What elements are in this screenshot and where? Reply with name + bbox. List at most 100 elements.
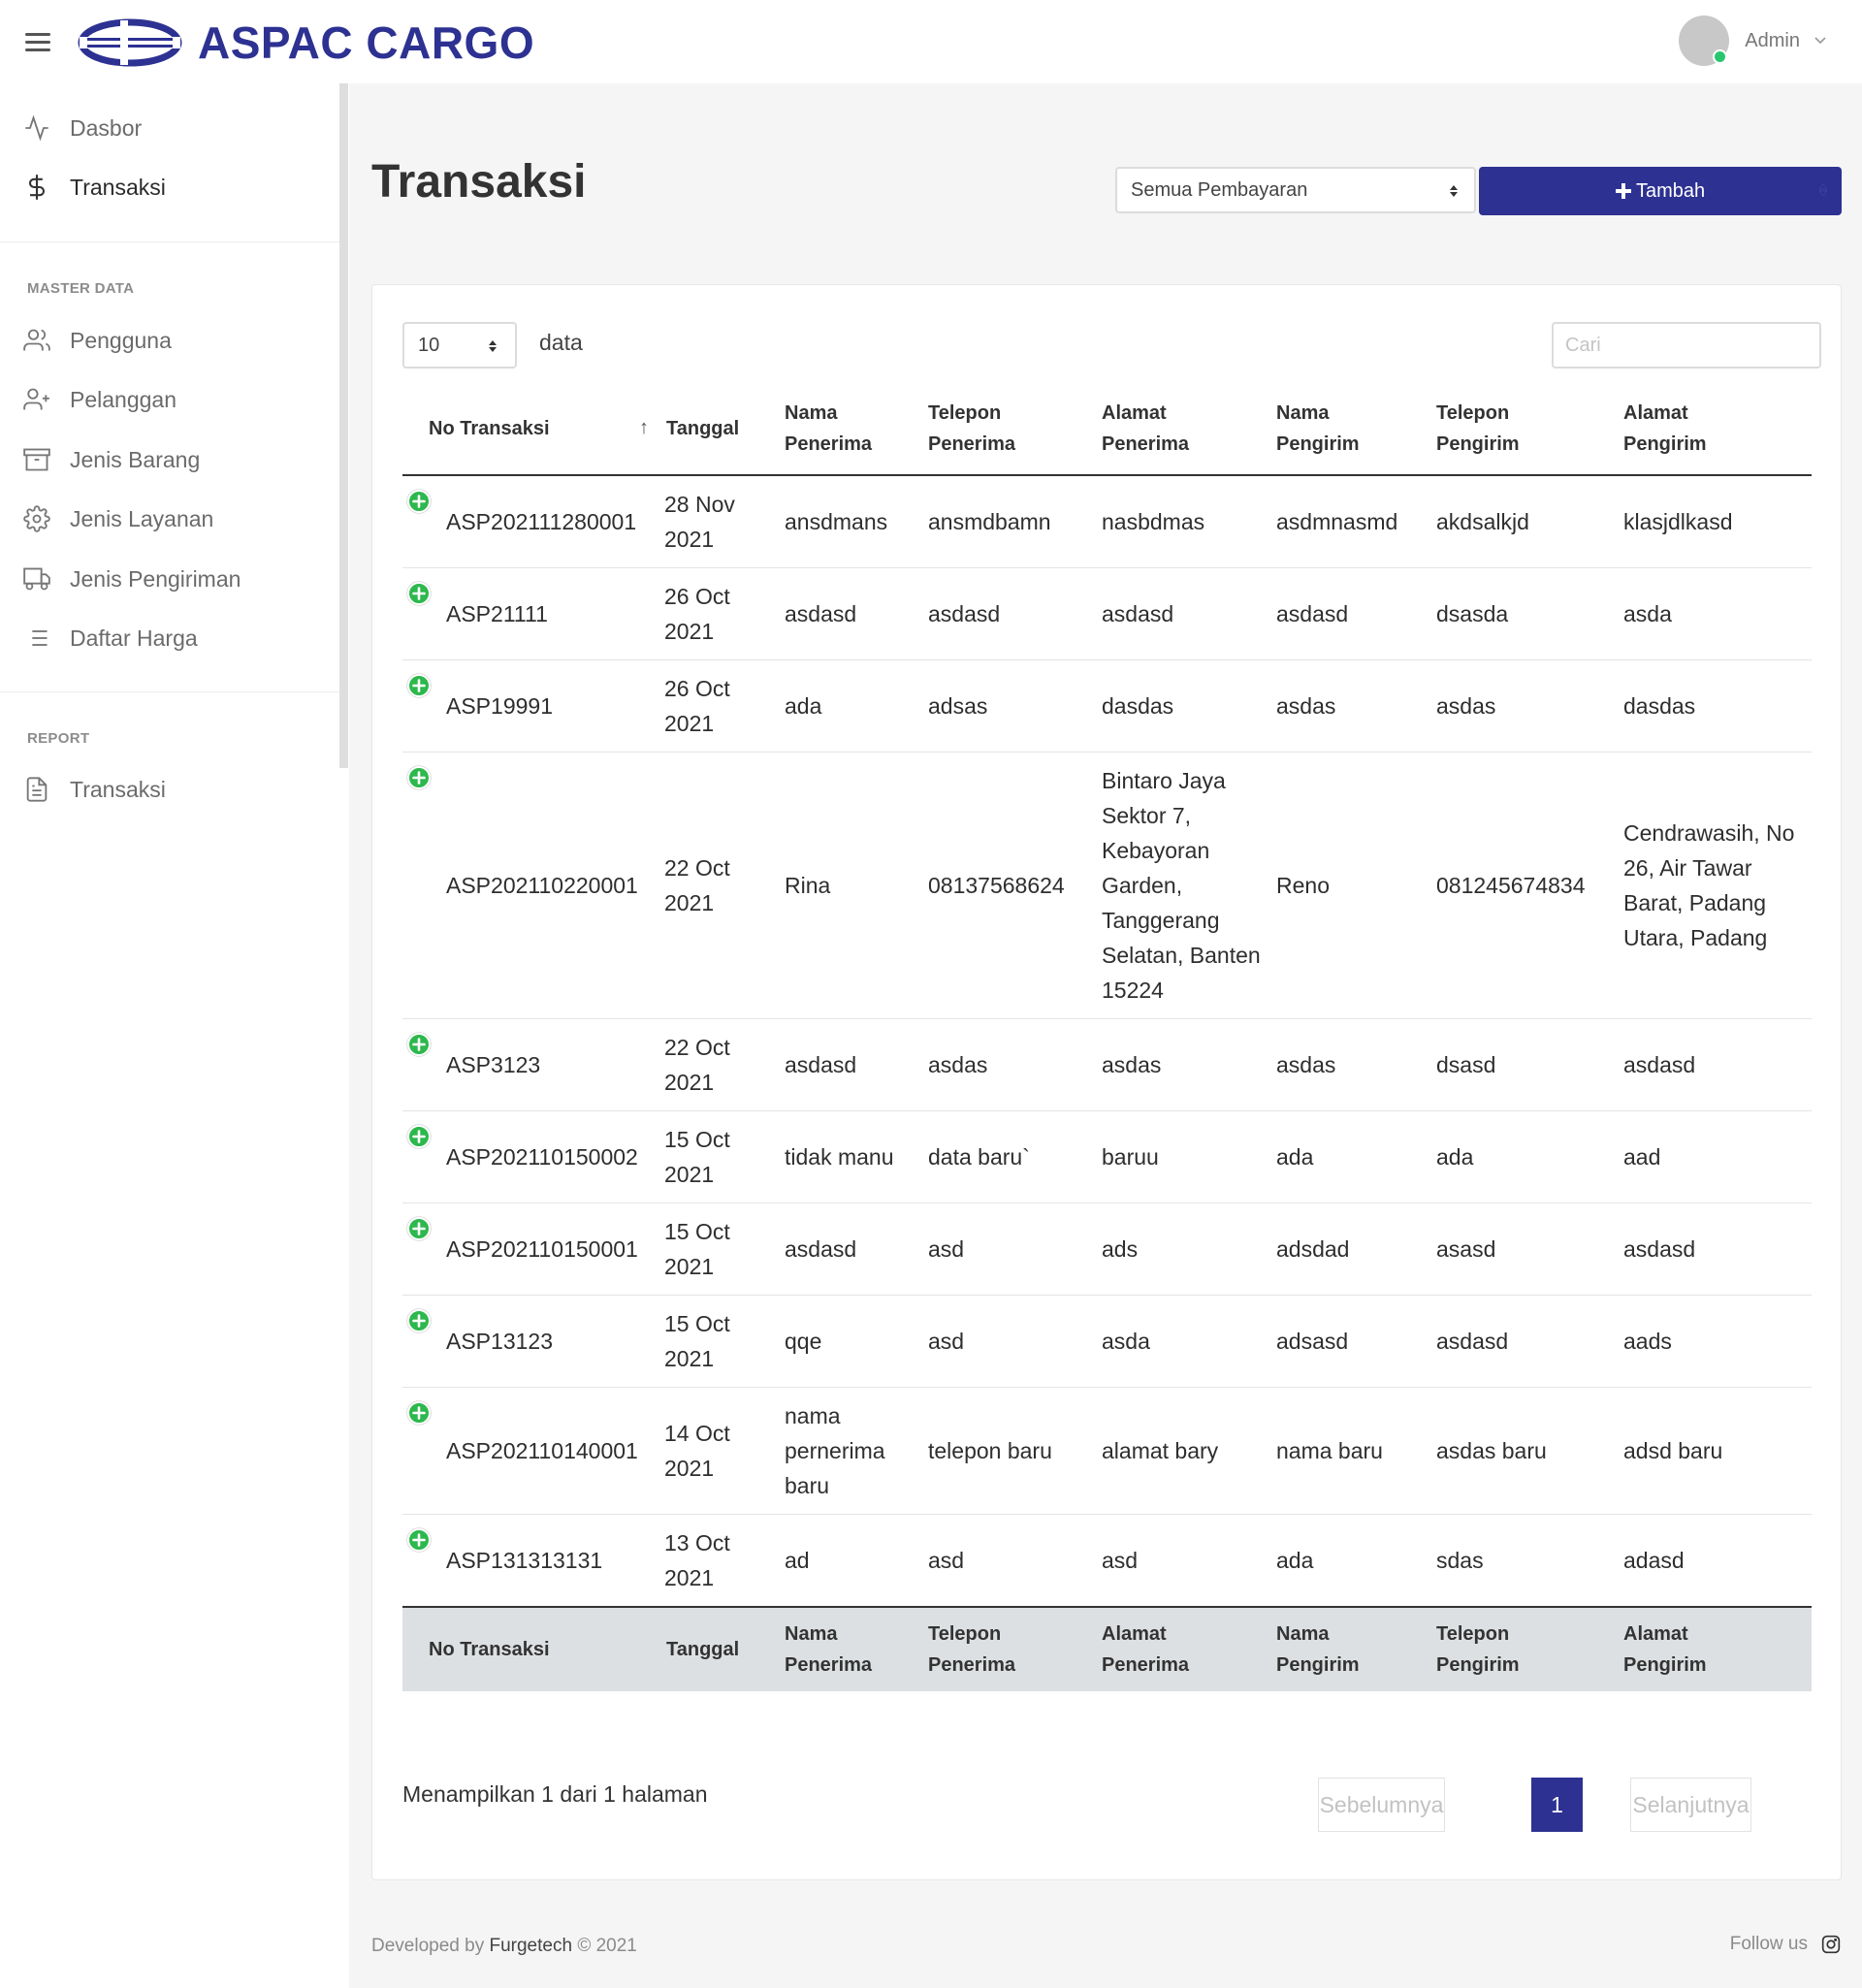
table-row[interactable]: ASP202111280001 28 Nov 2021 ansdmans ansmdb…: [402, 475, 1812, 568]
column-header[interactable]: Telepon Penerima: [928, 383, 1102, 476]
expand-row-icon[interactable]: [406, 673, 432, 698]
table-cell: asdasd: [785, 1018, 928, 1111]
cell-value: aads: [1623, 1329, 1672, 1354]
cell-value: asdas: [1276, 693, 1336, 719]
expand-row-icon[interactable]: [406, 489, 432, 514]
column-header[interactable]: Tanggal: [658, 1606, 785, 1691]
table-cell: asd: [928, 1515, 1102, 1608]
sidebar-item-label: Transaksi: [70, 174, 166, 200]
table-row[interactable]: ASP202110220001 22 Oct 2021 Rina 0813756862…: [402, 752, 1812, 1019]
cell-value: telepon baru: [928, 1438, 1052, 1463]
sort-ascending-icon[interactable]: ↑: [639, 412, 649, 443]
cell-value: dsasda: [1436, 601, 1509, 626]
add-button-label: Tambah: [1636, 180, 1706, 202]
page-length-label: data: [539, 330, 583, 355]
pagination-next-button[interactable]: Selanjutnya: [1630, 1778, 1751, 1832]
cell-value: ada: [1436, 1144, 1474, 1170]
table-row[interactable]: ASP21111 26 Oct 2021 asdasd asdasd asdasd asd…: [402, 567, 1812, 660]
cell-value: nasbdmas: [1102, 509, 1205, 534]
table-row[interactable]: ASP19991 26 Oct 2021 ada adsas dasdas asdas as…: [402, 659, 1812, 753]
column-header[interactable]: Alamat Pengirim: [1623, 383, 1812, 476]
column-header[interactable]: Nama Penerima: [785, 383, 928, 476]
payment-filter-select[interactable]: Semua Pembayaran: [1115, 167, 1476, 213]
table-row[interactable]: ASP202110150002 15 Oct 2021 tidak manu data…: [402, 1110, 1812, 1203]
instagram-icon[interactable]: [1821, 1935, 1841, 1954]
cell-value: asdas: [928, 1052, 988, 1077]
table-cell: dasdas: [1623, 659, 1812, 753]
sidebar-item-daftar-harga[interactable]: Daftar Harga: [23, 625, 198, 652]
table-cell: Reno: [1276, 752, 1436, 1019]
column-header[interactable]: Alamat Pengirim: [1623, 1606, 1812, 1691]
expand-row-icon[interactable]: [406, 1527, 432, 1553]
table-cell: asdasd: [1623, 1018, 1812, 1111]
expand-row-icon[interactable]: [406, 1216, 432, 1241]
column-header[interactable]: Alamat Penerima: [1102, 383, 1276, 476]
column-header[interactable]: Tanggal: [658, 383, 785, 476]
table-cell: 26 Oct 2021: [658, 659, 785, 753]
table-cell: dsasda: [1436, 567, 1623, 660]
column-header[interactable]: Telepon Penerima: [928, 1606, 1102, 1691]
avatar[interactable]: [1679, 16, 1730, 66]
column-header-label: Pengirim: [1436, 1654, 1520, 1676]
expand-row-icon[interactable]: [406, 581, 432, 606]
pagination-prev-button[interactable]: Sebelumnya: [1318, 1778, 1445, 1832]
table-cell: sdas: [1436, 1515, 1623, 1608]
column-header[interactable]: Nama Penerima: [785, 1606, 928, 1691]
footer-company-link[interactable]: Furgetech: [489, 1936, 572, 1956]
cell-value: asdasd: [1102, 601, 1174, 626]
table-body: ASP202111280001 28 Nov 2021 ansdmans ansmdb…: [402, 475, 1812, 1607]
expand-row-icon[interactable]: [406, 1308, 432, 1333]
sidebar-item-pelanggan[interactable]: Pelanggan: [23, 386, 177, 413]
cell-value: asdas: [1436, 693, 1496, 719]
expand-row-icon[interactable]: [406, 1032, 432, 1057]
sidebar-divider: [0, 691, 339, 692]
table-row[interactable]: ASP202110140001 14 Oct 2021 nama pernerima…: [402, 1387, 1812, 1515]
page-length-select[interactable]: 10: [402, 322, 517, 369]
sidebar-item-transaksi[interactable]: Transaksi: [23, 174, 166, 201]
table-cell: dsasd: [1436, 1018, 1623, 1111]
column-header[interactable]: Telepon Pengirim: [1436, 383, 1623, 476]
user-menu[interactable]: Admin: [1679, 16, 1827, 66]
column-header[interactable]: Telepon Pengirim: [1436, 1606, 1623, 1691]
table-row[interactable]: ASP131313131 13 Oct 2021 ad asd asd ada sdas ad…: [402, 1515, 1812, 1608]
table-cell: adsas: [928, 659, 1102, 753]
table-cell: asd: [928, 1295, 1102, 1388]
table-row[interactable]: ASP202110150001 15 Oct 2021 asdasd asd ads ad…: [402, 1202, 1812, 1296]
expand-row-icon[interactable]: [406, 1124, 432, 1149]
table-cell: ad: [785, 1515, 928, 1608]
brand-logo[interactable]: ASPAC CARGO: [78, 14, 534, 72]
pagination-page-1[interactable]: 1: [1531, 1778, 1583, 1832]
brand-name: ASPAC CARGO: [198, 17, 535, 68]
table-cell: ASP19991: [402, 659, 658, 753]
search-input[interactable]: [1552, 322, 1821, 369]
cell-value: asd: [928, 1329, 965, 1354]
column-header[interactable]: No Transaksi ↑: [402, 383, 658, 476]
expand-row-icon[interactable]: [406, 765, 432, 790]
table-row[interactable]: ASP3123 22 Oct 2021 asdasd asdas asdas asdas d…: [402, 1018, 1812, 1111]
sidebar-item-pengguna[interactable]: Pengguna: [23, 327, 172, 354]
sidebar-item-label: Daftar Harga: [70, 625, 198, 651]
footer-credit: Developed by Furgetech © 2021: [371, 1936, 637, 1957]
sidebar-item-report-transaksi[interactable]: Transaksi: [23, 776, 166, 803]
menu-toggle-icon[interactable]: [25, 33, 50, 52]
sidebar-item-jenis-pengiriman[interactable]: Jenis Pengiriman: [23, 565, 241, 593]
table-row[interactable]: ASP13123 15 Oct 2021 qqe asd asda adsasd asdas…: [402, 1295, 1812, 1388]
table-cell: asdas: [1276, 1018, 1436, 1111]
sidebar-item-jenis-barang[interactable]: Jenis Barang: [23, 446, 200, 473]
column-header[interactable]: Nama Pengirim: [1276, 383, 1436, 476]
settings-icon: [23, 505, 50, 532]
add-transaction-button[interactable]: Tambah: [1479, 167, 1842, 215]
sidebar-item-dasbor[interactable]: Dasbor: [23, 114, 142, 142]
sidebar-item-jenis-layanan[interactable]: Jenis Layanan: [23, 505, 213, 532]
column-header[interactable]: Alamat Penerima: [1102, 1606, 1276, 1691]
cell-value: ASP3123: [446, 1052, 541, 1077]
column-header[interactable]: Nama Pengirim: [1276, 1606, 1436, 1691]
sidebar-scrollbar[interactable]: [339, 83, 348, 768]
column-header-label: Penerima: [1102, 1654, 1190, 1676]
column-header[interactable]: No Transaksi: [402, 1606, 658, 1691]
cell-value: 26 Oct 2021: [664, 676, 730, 736]
cell-value: asd: [928, 1548, 965, 1573]
expand-row-icon[interactable]: [406, 1400, 432, 1426]
table-cell: 14 Oct 2021: [658, 1387, 785, 1515]
column-header-label: Penerima: [785, 1654, 873, 1676]
